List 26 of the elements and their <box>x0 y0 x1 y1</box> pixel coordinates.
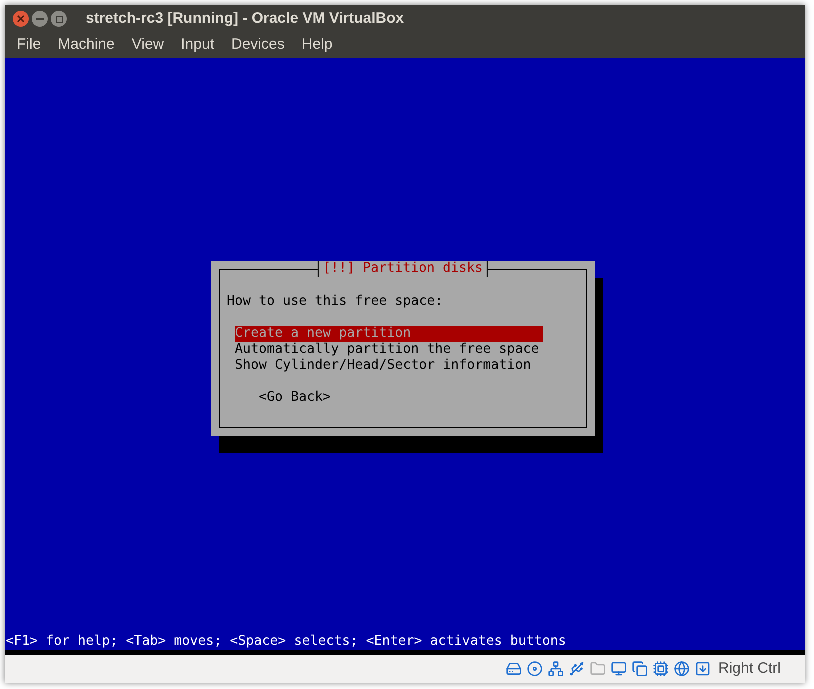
maximize-icon <box>56 16 62 22</box>
menu-item[interactable]: Machine <box>58 34 115 57</box>
menu-item[interactable]: File <box>17 34 42 57</box>
go-back-button[interactable]: <Go Back> <box>259 390 332 406</box>
close-icon <box>17 15 25 23</box>
window-title: stretch-rc3 [Running] - Oracle VM VirtualBox <box>86 8 404 29</box>
menu-item[interactable]: Input <box>181 34 214 57</box>
host-key-label: Right Ctrl <box>718 658 781 679</box>
globe-icon[interactable] <box>674 661 690 677</box>
optical-disc-icon[interactable] <box>527 661 544 677</box>
menu-option[interactable]: Show Cylinder/Head/Sector information <box>235 358 543 374</box>
usb-icon[interactable] <box>569 661 586 677</box>
menu-item[interactable]: View <box>132 34 164 57</box>
dialog-title: [!!] Partition disks <box>318 260 488 276</box>
close-button[interactable] <box>13 11 29 27</box>
menu-item[interactable]: Devices <box>232 34 285 57</box>
menu-option[interactable]: Automatically partition the free space <box>235 342 543 358</box>
maximize-button[interactable] <box>51 11 67 27</box>
prompt-text: How to use this free space: <box>227 294 444 310</box>
menu-item[interactable]: Help <box>302 34 333 57</box>
network-icon[interactable] <box>548 661 564 677</box>
monitor-icon[interactable] <box>611 661 628 677</box>
minimize-icon <box>36 18 44 20</box>
chip-icon[interactable] <box>653 661 670 677</box>
help-line: <F1> for help; <Tab> moves; <Space> selects; <Enter> activates buttons <box>5 634 568 650</box>
minimize-button[interactable] <box>32 11 48 27</box>
